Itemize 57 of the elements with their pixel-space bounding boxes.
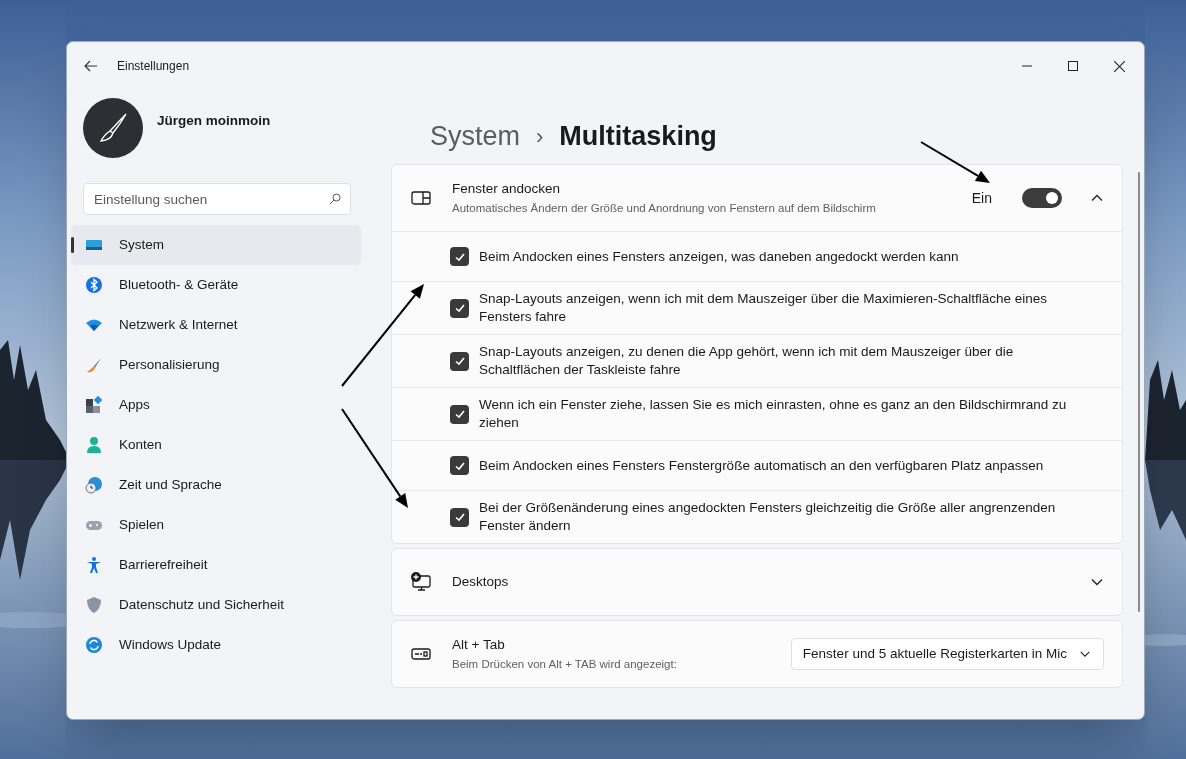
sidebar-item[interactable]: Barrierefreiheit	[71, 545, 361, 585]
checkbox[interactable]	[450, 456, 469, 475]
close-icon	[1113, 60, 1125, 72]
checkbox[interactable]	[450, 298, 469, 318]
checkmark-icon	[453, 355, 466, 367]
globe-clock-icon	[85, 476, 103, 494]
toggle-switch[interactable]	[1022, 188, 1062, 208]
annotation-arrow	[920, 141, 990, 183]
back-arrow-icon[interactable]	[83, 58, 99, 74]
setting-title: Alt + Tab	[452, 636, 506, 655]
checkbox[interactable]	[450, 247, 469, 266]
checkbox-label: Beim Andocken eines Fensters Fenstergröße automatisch an den verfügbaren Platz anpassen	[479, 456, 1044, 475]
dropdown[interactable]: Fenster und 5 aktuelle Registerkarten in Mic	[790, 638, 1104, 670]
person-icon	[85, 436, 103, 454]
setting-title: Desktops	[452, 572, 510, 591]
maximize-icon	[1068, 61, 1078, 71]
setting-title: Fenster andocken	[452, 180, 562, 199]
user-name: Jürgen moinmoin	[157, 111, 271, 130]
sidebar-item[interactable]: Bluetooth- & Geräte	[71, 265, 361, 305]
window-title: Einstellungen	[117, 58, 190, 75]
page-title: Multitasking	[559, 119, 717, 153]
toggle-knob	[1046, 192, 1058, 204]
search-field[interactable]: Einstellung suchen	[83, 183, 351, 215]
shield-icon	[85, 596, 103, 614]
checkbox-label: Snap-Layouts anzeigen, zu denen die App gehört, wenn ich mit dem Mauszeiger über die Schaltflächen der Taskleiste fahre	[479, 343, 1015, 379]
apps-icon	[85, 396, 103, 414]
sidebar-item[interactable]: System	[71, 225, 361, 265]
sidebar-item[interactable]: Netzwerk & Internet	[71, 305, 361, 345]
sidebar-item[interactable]: Datenschutz und Sicherheit	[71, 585, 361, 625]
checkbox-label: Wenn ich ein Fenster ziehe, lassen Sie es mich einrasten, ohne es ganz an den Bildschirmrand zu ziehen	[479, 396, 1068, 432]
accessibility-icon	[85, 556, 103, 574]
setting-description: Automatisches Ändern der Größe und Anordnung von Fenstern auf dem Bildschirm	[452, 200, 877, 216]
checkmark-icon	[453, 302, 466, 314]
bluetooth-icon	[85, 276, 103, 294]
checkbox[interactable]	[450, 351, 469, 371]
sidebar-item[interactable]: Apps	[71, 385, 361, 425]
checkmark-icon	[453, 408, 466, 420]
checkbox[interactable]	[450, 507, 469, 527]
sidebar-item[interactable]: Personalisierung	[71, 345, 361, 385]
sidebar-item[interactable]: Windows Update	[71, 625, 361, 665]
checkmark-icon	[453, 511, 466, 523]
desktops-icon	[410, 571, 432, 593]
sidebar-item[interactable]: Spielen	[71, 505, 361, 545]
toggle-state-label: Ein	[971, 188, 992, 208]
search-icon[interactable]	[329, 193, 341, 205]
breadcrumb-link[interactable]: System	[430, 115, 521, 157]
sidebar-item[interactable]: Konten	[71, 425, 361, 465]
checkbox[interactable]	[450, 404, 469, 424]
breadcrumb-separator: ›	[536, 122, 544, 151]
checkbox-label: Bei der Größenänderung eines angedockten Fensters gleichzeitig die Größe aller angrenzenden Fenster ändern	[479, 499, 1057, 535]
checkbox-label: Snap-Layouts anzeigen, wenn ich mit dem Mauszeiger über die Maximieren-Schaltfläche eines Fensters fahre	[479, 290, 1049, 326]
update-icon	[85, 636, 103, 654]
scrollbar[interactable]	[1138, 172, 1140, 612]
sidebar-item[interactable]: Zeit und Sprache	[71, 465, 361, 505]
avatar	[83, 98, 143, 158]
checkbox-label: Beim Andocken eines Fensters anzeigen, was daneben angedockt werden kann	[479, 247, 959, 266]
setting-description: Beim Drücken von Alt + TAB wird angezeigt:	[452, 656, 678, 672]
